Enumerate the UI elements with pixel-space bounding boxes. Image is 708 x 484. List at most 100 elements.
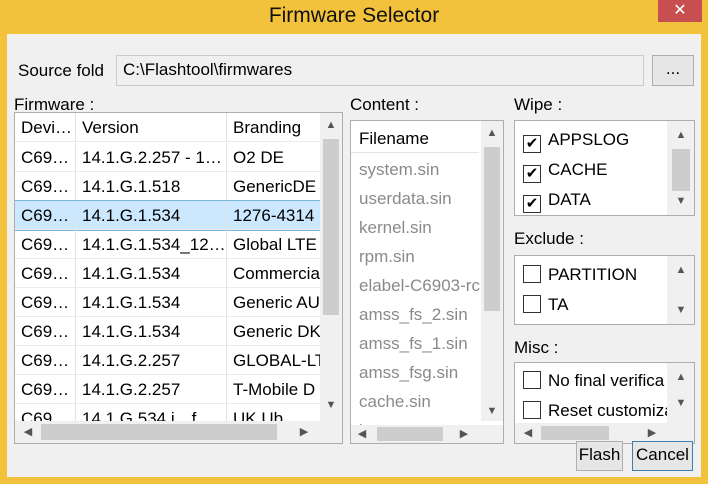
scroll-up-icon[interactable]: ▲ [672, 264, 690, 276]
list-item[interactable]: system.sin [359, 155, 439, 184]
cell-version: 14.1.G.2.257 [76, 346, 227, 375]
checkbox[interactable]: ✔ [523, 135, 541, 153]
scroll-left-icon[interactable]: ◀ [353, 427, 371, 440]
cell-branding: 1276-4314 [227, 201, 323, 230]
checkbox[interactable]: ✔ [523, 165, 541, 183]
cell-device: C69… [15, 288, 76, 317]
misc-vertical-scrollbar[interactable]: ▲ ▼ [667, 363, 694, 423]
scroll-left-icon[interactable]: ◀ [519, 426, 537, 439]
scroll-up-icon[interactable]: ▲ [672, 371, 690, 383]
scrollbar-thumb[interactable] [672, 149, 690, 191]
scroll-down-icon[interactable]: ▼ [672, 195, 690, 207]
scroll-down-icon[interactable]: ▼ [483, 405, 501, 417]
close-button[interactable]: ✕ [658, 0, 702, 22]
table-row[interactable]: C69… 14.1.G.1.534 Generic AU [15, 288, 323, 317]
list-item[interactable]: rpm.sin [359, 242, 415, 271]
scroll-down-icon[interactable]: ▼ [672, 397, 690, 409]
wipe-vertical-scrollbar[interactable]: ▲ ▼ [667, 121, 694, 215]
firmware-vertical-scrollbar[interactable]: ▲ ▼ [320, 113, 342, 421]
firmware-horizontal-scrollbar[interactable]: ◀ ▶ [15, 421, 342, 443]
cell-version: 14.1.G.1.534 [76, 317, 227, 346]
table-row[interactable]: C69… 14.1.G.2.257 T-Mobile D [15, 375, 323, 404]
title-bar: Firmware Selector ✕ [0, 0, 708, 34]
cell-branding: GLOBAL-LT [227, 346, 323, 375]
exclude-option[interactable]: PARTITION [523, 260, 637, 290]
list-item[interactable]: cache.sin [359, 387, 431, 416]
scroll-down-icon[interactable]: ▼ [322, 399, 340, 411]
scroll-left-icon[interactable]: ◀ [19, 425, 37, 438]
list-item[interactable]: elabel-C6903-rc [359, 271, 480, 300]
scroll-right-icon[interactable]: ▶ [643, 426, 661, 439]
content-label: Content : [350, 95, 419, 114]
column-header-version[interactable]: Version [76, 113, 227, 142]
wipe-list[interactable]: ✔ APPSLOG ✔ CACHE ✔ DATA ▲ ▼ [514, 120, 695, 216]
source-folder-label: Source fold [18, 61, 104, 80]
table-row[interactable]: C69… 14.1.G.1.534 Generic DK [15, 317, 323, 346]
cell-version: 14.1.G.2.257 [76, 375, 227, 404]
exclude-label: Exclude : [514, 229, 584, 248]
cell-branding: T-Mobile D [227, 375, 323, 404]
cell-branding: Generic AU [227, 288, 323, 317]
misc-list[interactable]: No final verifica Reset customiza ▲ ▼ ◀ ▶ [514, 362, 695, 444]
cancel-button[interactable]: Cancel [632, 441, 693, 471]
exclude-list[interactable]: PARTITION TA ▲ ▼ [514, 255, 695, 325]
table-row[interactable]: C69… 14.1.G.2.257 GLOBAL-LT [15, 346, 323, 375]
table-row[interactable]: C69… 14.1.G.1.534_12… Global LTE [15, 230, 323, 259]
wipe-option[interactable]: ✔ APPSLOG [523, 125, 629, 155]
checkbox[interactable] [523, 295, 541, 313]
list-item[interactable]: amss_fs_2.sin [359, 300, 468, 329]
scrollbar-thumb[interactable] [41, 424, 277, 440]
cell-version: 14.1.G.1.534 [76, 288, 227, 317]
firmware-table[interactable]: Devi… Version Branding C69… 14.1.G.2.257 … [14, 112, 343, 444]
misc-option[interactable]: Reset customiza [523, 396, 674, 426]
table-row[interactable]: C69… 14.1.G.2.257 - 1… O2 DE [15, 143, 323, 172]
list-item[interactable]: userdata.sin [359, 184, 452, 213]
wipe-label: Wipe : [514, 95, 563, 114]
window-title: Firmware Selector [268, 4, 440, 27]
scroll-up-icon[interactable]: ▲ [322, 119, 340, 131]
cell-branding: Generic DK [227, 317, 323, 346]
wipe-option[interactable]: ✔ DATA [523, 185, 591, 215]
list-item[interactable]: amss_fsg.sin [359, 358, 458, 387]
checkbox-label: TA [548, 295, 569, 314]
cell-version: 14.1.G.2.257 - 1… [76, 143, 227, 172]
source-folder-field[interactable]: C:\Flashtool\firmwares [116, 55, 644, 86]
misc-horizontal-scrollbar[interactable]: ◀ ▶ [515, 423, 694, 443]
flash-button[interactable]: Flash [576, 441, 623, 471]
cell-device: C69… [15, 317, 76, 346]
content-horizontal-scrollbar[interactable]: ◀ ▶ [351, 425, 503, 443]
checkbox[interactable]: ✔ [523, 195, 541, 213]
scroll-up-icon[interactable]: ▲ [483, 127, 501, 139]
column-header-branding[interactable]: Branding [227, 113, 323, 142]
cell-branding: O2 DE [227, 143, 323, 172]
checkbox[interactable] [523, 265, 541, 283]
checkbox[interactable] [523, 371, 541, 389]
scroll-right-icon[interactable]: ▶ [295, 425, 313, 438]
cell-version: 14.1.G.1.534_12… [76, 230, 227, 259]
checkbox[interactable] [523, 401, 541, 419]
list-item[interactable]: kernel.sin [359, 213, 432, 242]
cell-device: C69… [15, 346, 76, 375]
content-list[interactable]: Filename system.sin userdata.sin kernel.si… [350, 120, 504, 444]
table-row[interactable]: C69… 14.1.G.1.534 1276-4314 [15, 200, 323, 231]
scrollbar-thumb[interactable] [323, 139, 339, 315]
exclude-vertical-scrollbar[interactable]: ▲ ▼ [667, 256, 694, 324]
scrollbar-thumb[interactable] [377, 427, 443, 441]
content-header: Filename [351, 121, 479, 153]
table-row[interactable]: C69… 14.1.G.1.518 GenericDE [15, 172, 323, 201]
misc-option[interactable]: No final verifica [523, 366, 664, 396]
scrollbar-thumb[interactable] [484, 147, 500, 311]
browse-button[interactable]: ... [652, 55, 694, 86]
scrollbar-thumb[interactable] [541, 426, 609, 440]
column-header-device[interactable]: Devi… [15, 113, 76, 142]
checkbox-label: DATA [548, 190, 591, 209]
scroll-right-icon[interactable]: ▶ [455, 427, 473, 440]
checkbox-label: CACHE [548, 160, 608, 179]
list-item[interactable]: amss_fs_1.sin [359, 329, 468, 358]
content-vertical-scrollbar[interactable]: ▲ ▼ [481, 121, 503, 421]
scroll-up-icon[interactable]: ▲ [672, 129, 690, 141]
exclude-option[interactable]: TA [523, 290, 568, 320]
scroll-down-icon[interactable]: ▼ [672, 304, 690, 316]
table-row[interactable]: C69… 14.1.G.1.534 Commercia [15, 259, 323, 288]
wipe-option[interactable]: ✔ CACHE [523, 155, 608, 185]
